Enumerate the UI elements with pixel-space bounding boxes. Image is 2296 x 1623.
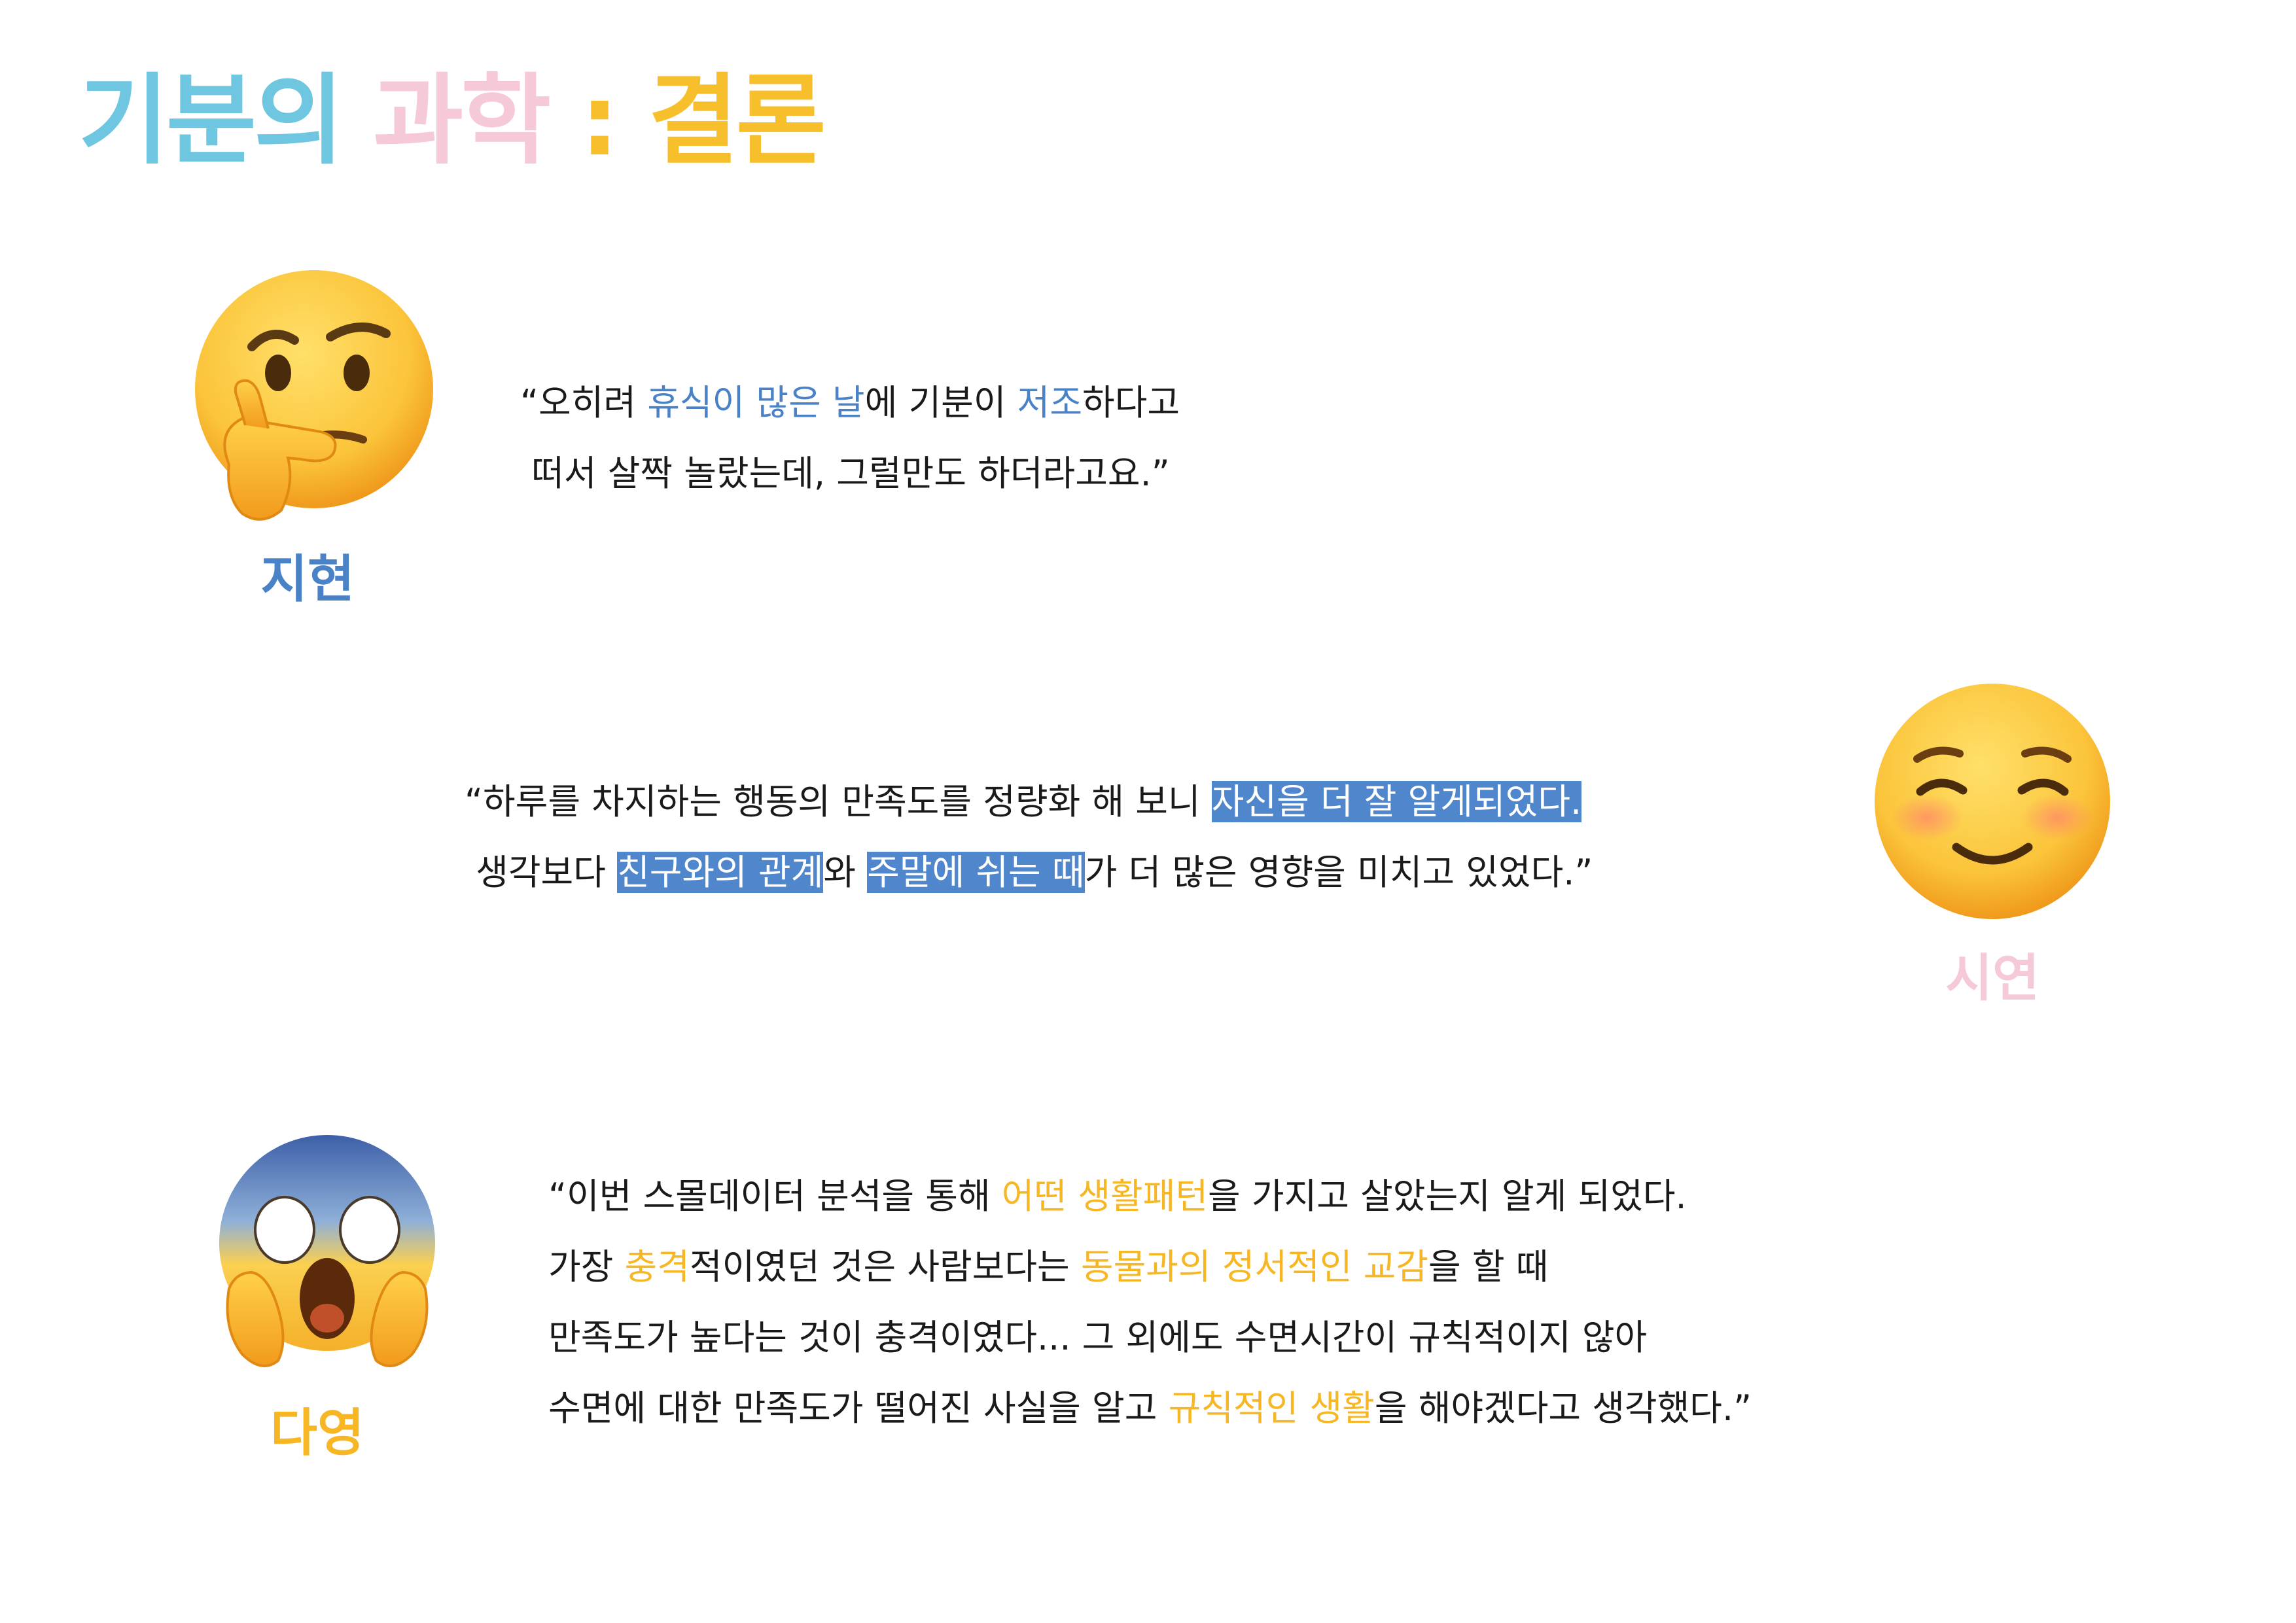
quote-emphasis: 저조 — [1017, 382, 1083, 423]
title-part-1: 기분의 — [79, 64, 344, 178]
title-part-2: 과학 — [373, 64, 551, 178]
quote-emphasis: 휴식이 많은 날 — [647, 382, 865, 423]
quote-text: “하루를 차지하는 행동의 만족도를 정량화 해 보니 — [465, 781, 1212, 822]
quote-text: 을 할 때 — [1428, 1246, 1549, 1287]
quote-text: 만족도가 높다는 것이 충격이였다... 그 외에도 수면시간이 규칙적이지 않… — [548, 1317, 1648, 1358]
quote-emphasis: 규칙적인 생활 — [1168, 1387, 1375, 1429]
quote-text: 떠서 살짝 놀랐는데, 그럴만도 하더라고요.” — [520, 453, 1170, 494]
quote-highlight: 주말에 쉬는 때 — [867, 852, 1085, 893]
smiling-face-icon — [1871, 680, 2113, 922]
quote-text: “오히려 — [520, 382, 648, 423]
quote-line: 만족도가 높다는 것이 충격이였다... 그 외에도 수면시간이 규칙적이지 않… — [548, 1302, 1752, 1373]
quote-emphasis: 동물과의 정서적인 교감 — [1080, 1246, 1429, 1287]
quote-text: 수면에 대한 만족도가 떨어진 사실을 알고 — [548, 1387, 1169, 1429]
quote-text: 가 더 많은 영향을 미치고 있었다.” — [1084, 852, 1593, 893]
quote-text: 가장 — [548, 1246, 625, 1287]
quote-line: 가장 충격적이였던 것은 사람보다는 동물과의 정서적인 교감을 할 때 — [548, 1232, 1752, 1302]
screaming-face-icon — [216, 1132, 438, 1374]
quote-emphasis: 어떤 생활패턴 — [1001, 1176, 1209, 1217]
quote-emphasis: 충격 — [624, 1246, 690, 1287]
quote-line: “이번 스몰데이터 분석을 통해 어떤 생활패턴을 가지고 살았는지 알게 되었… — [548, 1161, 1752, 1232]
quote-text: 적이였던 것은 사람보다는 — [689, 1246, 1081, 1287]
quote-text: 에 기분이 — [864, 382, 1017, 423]
speaker-name-dayoung: 다영 — [270, 1404, 364, 1463]
quote-siyeon: “하루를 차지하는 행동의 만족도를 정량화 해 보니 자신을 더 잘 알게되었… — [465, 767, 1593, 908]
thinking-face-icon — [190, 268, 438, 523]
quote-highlight: 친구와의 관계 — [617, 852, 824, 893]
quote-line: 수면에 대한 만족도가 떨어진 사실을 알고 규칙적인 생활을 해야겠다고 생각… — [548, 1373, 1752, 1444]
speaker-name-siyeon: 시연 — [1945, 949, 2040, 1008]
quote-text: 을 해야겠다고 생각했다.” — [1374, 1387, 1752, 1429]
quote-line: 생각보다 친구와의 관계와 주말에 쉬는 때가 더 많은 영향을 미치고 있었다… — [465, 837, 1593, 908]
quote-line: “하루를 차지하는 행동의 만족도를 정량화 해 보니 자신을 더 잘 알게되었… — [465, 767, 1593, 837]
quote-text: 을 가지고 살았는지 알게 되었다. — [1208, 1176, 1687, 1217]
title-part-3: : 결론 — [580, 64, 826, 178]
quote-line: 떠서 살짝 놀랐는데, 그럴만도 하더라고요.” — [520, 438, 1180, 509]
quote-highlight: 자신을 더 잘 알게되었다. — [1211, 781, 1582, 822]
quote-text: 생각보다 — [465, 852, 618, 893]
quote-text: 하다고 — [1082, 382, 1180, 423]
quote-text: “이번 스몰데이터 분석을 통해 — [548, 1176, 1002, 1217]
quote-dayoung: “이번 스몰데이터 분석을 통해 어떤 생활패턴을 가지고 살았는지 알게 되었… — [548, 1161, 1752, 1444]
quote-text: 와 — [823, 852, 868, 893]
quote-line: “오히려 휴식이 많은 날에 기분이 저조하다고 — [520, 368, 1180, 438]
quote-jihyun: “오히려 휴식이 많은 날에 기분이 저조하다고 떠서 살짝 놀랐는데, 그럴만… — [520, 368, 1180, 509]
page-title: 기분의 과학 : 결론 — [79, 62, 826, 180]
speaker-name-jihyun: 지현 — [260, 550, 355, 609]
